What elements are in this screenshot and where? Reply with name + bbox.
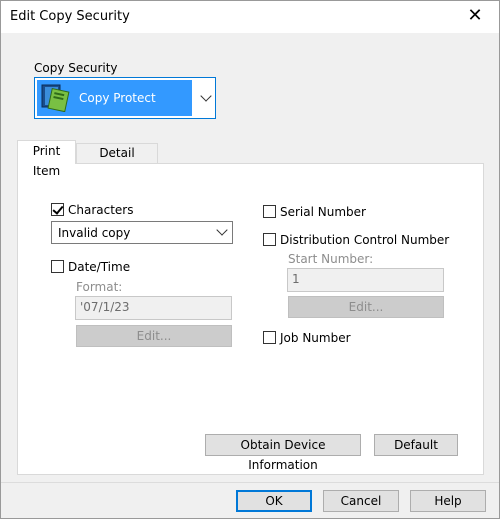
cancel-button[interactable]: Cancel [323,490,399,512]
start-number-label: Start Number: [288,252,374,266]
date-time-edit-button[interactable]: Edit... [76,325,232,347]
distribution-control-number-label[interactable]: Distribution Control Number [280,233,449,247]
date-time-label[interactable]: Date/Time [68,260,130,274]
distribution-control-number-checkbox[interactable] [263,233,276,246]
tab-print-item[interactable]: Print Item [17,140,76,178]
ok-button[interactable]: OK [236,490,312,512]
tab-detail-settings[interactable]: Detail Settings [76,143,158,178]
date-time-checkbox[interactable] [51,260,64,273]
copy-protect-icon [41,84,71,113]
obtain-device-information-button[interactable]: Obtain Device Information [205,434,361,472]
start-number-field[interactable]: 1 [287,268,444,292]
close-icon[interactable]: ✕ [465,5,485,27]
window-title: Edit Copy Security [10,9,130,24]
characters-select[interactable]: Invalid copy [51,221,233,244]
job-number-checkbox[interactable] [263,331,276,344]
default-button[interactable]: Default [374,434,458,456]
format-field[interactable]: '07/1/23 [75,296,232,320]
characters-select-value: Invalid copy [58,226,131,240]
title-bar: Edit Copy Security ✕ [1,1,499,33]
edit-copy-security-dialog: Edit Copy Security ✕ Copy Security Copy … [0,0,500,519]
footer-separator [1,482,499,483]
format-label: Format: [76,280,123,294]
characters-label[interactable]: Characters [68,203,134,217]
serial-number-checkbox[interactable] [263,205,276,218]
copy-security-selected-text: Copy Protect [79,91,156,105]
copy-security-label: Copy Security [34,61,118,75]
chevron-down-icon [200,90,212,102]
distribution-edit-button[interactable]: Edit... [288,296,444,318]
chevron-down-icon [216,224,228,236]
print-item-panel: Characters Invalid copy Date/Time Format… [17,163,484,475]
characters-checkbox[interactable] [51,203,64,216]
serial-number-label[interactable]: Serial Number [280,205,366,219]
help-button[interactable]: Help [410,490,486,512]
tab-print-item-label: Print Item [32,144,61,178]
job-number-label[interactable]: Job Number [280,331,351,345]
copy-security-select[interactable]: Copy Protect [34,77,216,119]
